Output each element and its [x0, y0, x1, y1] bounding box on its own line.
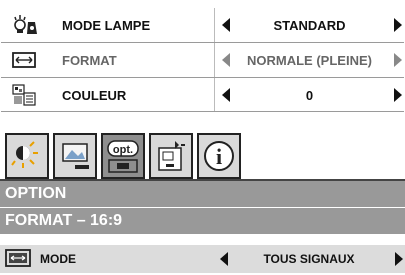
setting-label: COULEUR: [62, 87, 127, 103]
arrow-left-icon[interactable]: [220, 252, 228, 266]
info-tab-label: i: [216, 144, 222, 169]
info-icon: i: [204, 141, 234, 171]
setting-value: 0: [305, 87, 314, 103]
setup-icon: [158, 141, 185, 171]
setting-row-color[interactable]: COULEUR 0: [1, 78, 404, 112]
panel-subtitle: FORMAT – 16:9: [0, 208, 405, 234]
tab-option[interactable]: opt.: [101, 133, 145, 179]
panel-divider: [0, 234, 405, 235]
color-icon: [1, 78, 46, 112]
tab-setup[interactable]: [149, 133, 193, 179]
setting-value-selector[interactable]: STANDARD: [214, 8, 404, 42]
screen-mode-icon: [4, 248, 34, 270]
image-adjust-icon: [11, 141, 38, 168]
panel-title: OPTION: [0, 181, 405, 207]
setting-value-selector[interactable]: 0: [214, 78, 404, 112]
arrow-right-icon[interactable]: [394, 18, 402, 32]
option-icon: opt.: [107, 140, 139, 173]
setting-row-mode[interactable]: MODE TOUS SIGNAUX: [0, 245, 405, 273]
format-icon: [1, 43, 46, 77]
tab-picture[interactable]: [53, 133, 97, 179]
setting-value: TOUS SIGNAUX: [263, 252, 355, 266]
setting-row-lamp-mode[interactable]: MODE LAMPE STANDARD: [1, 8, 404, 42]
arrow-left-icon[interactable]: [222, 53, 230, 67]
setting-value-selector[interactable]: NORMALE (PLEINE): [214, 43, 404, 77]
option-tab-label: opt.: [113, 144, 133, 156]
picture-icon: [62, 143, 89, 169]
setting-value: NORMALE (PLEINE): [247, 52, 372, 68]
row-divider: [1, 111, 404, 112]
setting-label: FORMAT: [62, 52, 117, 68]
setting-label: MODE LAMPE: [62, 17, 151, 33]
setting-label: MODE: [40, 252, 76, 266]
setting-value: STANDARD: [273, 17, 346, 33]
setting-row-format[interactable]: FORMAT NORMALE (PLEINE): [1, 43, 404, 77]
arrow-left-icon[interactable]: [222, 88, 230, 102]
tab-info[interactable]: i: [197, 133, 241, 179]
lamp-icon: [1, 8, 46, 42]
tab-image-adjust[interactable]: [5, 133, 49, 179]
arrow-left-icon[interactable]: [222, 18, 230, 32]
arrow-right-icon[interactable]: [395, 252, 403, 266]
arrow-right-icon[interactable]: [394, 53, 402, 67]
setting-value-selector[interactable]: TOUS SIGNAUX: [213, 245, 405, 273]
settings-table: MODE LAMPE STANDARD FORMAT NORMALE (PLEI…: [1, 8, 404, 112]
arrow-right-icon[interactable]: [394, 88, 402, 102]
